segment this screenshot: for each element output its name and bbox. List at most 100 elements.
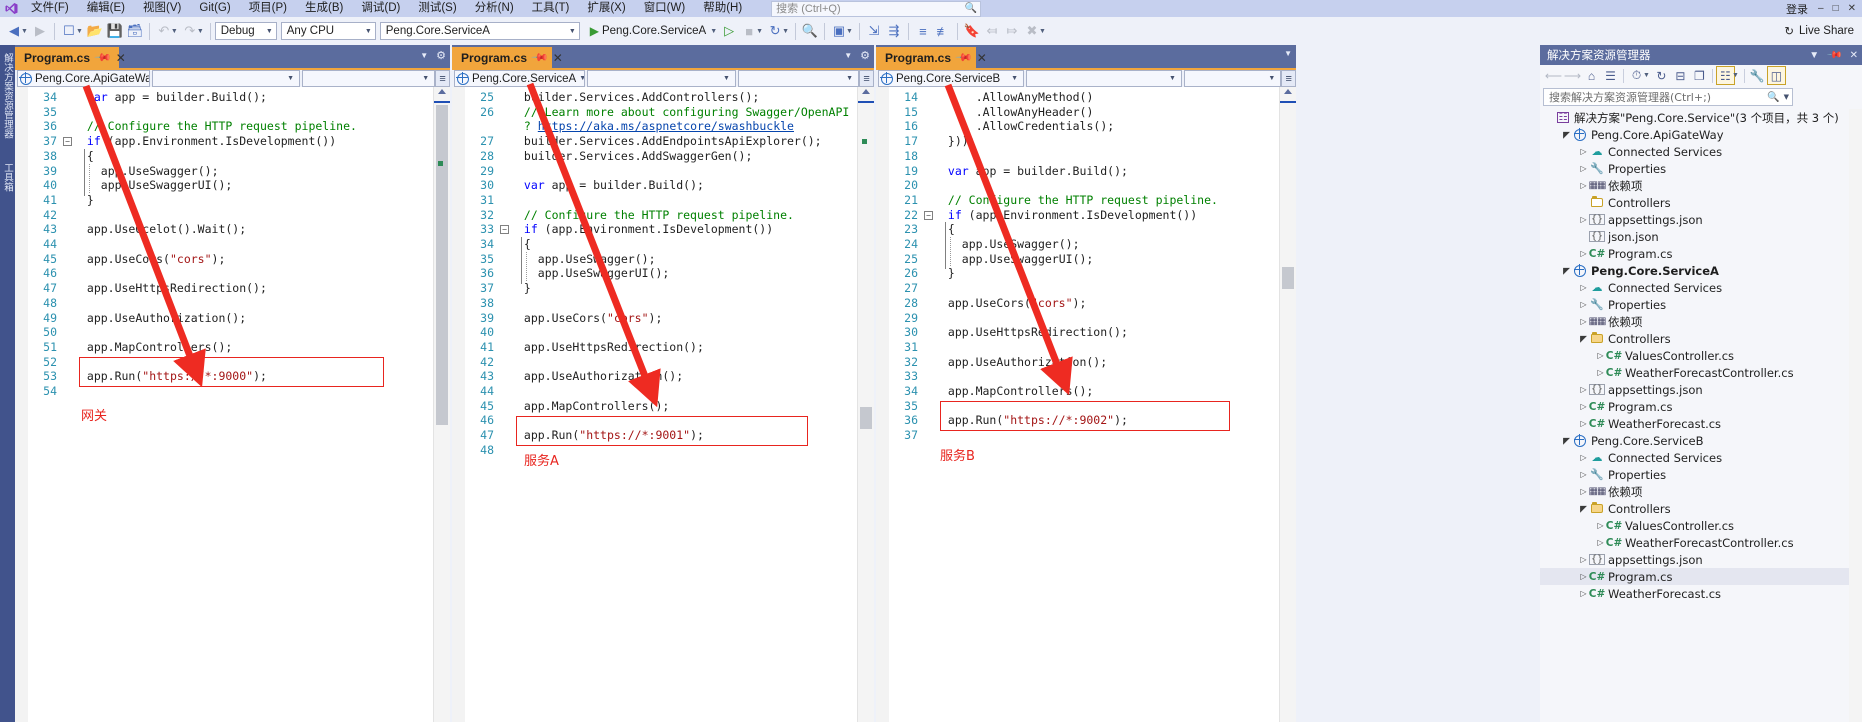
menu-item-2[interactable]: 视图(V) bbox=[134, 0, 190, 17]
close-button[interactable]: ✕ bbox=[1848, 3, 1856, 14]
tree-item[interactable]: ▷ C# WeatherForecastController.cs bbox=[1540, 534, 1862, 551]
window-layout-dropdown-icon[interactable]: ▼ bbox=[846, 28, 853, 35]
properties-wrench-icon[interactable]: 🔧 bbox=[1748, 66, 1767, 85]
view-class-diagram-dropdown-icon[interactable]: ▼ bbox=[1732, 72, 1739, 79]
chevron-right-icon[interactable]: ▷ bbox=[1578, 283, 1589, 292]
home-icon[interactable]: ⌂ bbox=[1582, 66, 1601, 85]
menu-item-4[interactable]: 项目(P) bbox=[240, 0, 296, 17]
menu-item-9[interactable]: 工具(T) bbox=[523, 0, 579, 17]
chevron-right-icon[interactable]: ▷ bbox=[1578, 487, 1589, 496]
nav-member-dropdown-0[interactable]: ▼ bbox=[302, 70, 436, 87]
chevron-right-icon[interactable]: ▷ bbox=[1578, 147, 1589, 156]
chevron-right-icon[interactable]: ▷ bbox=[1578, 249, 1589, 258]
chevron-down-icon[interactable]: ◢ bbox=[1578, 504, 1589, 514]
chevron-right-icon[interactable]: ▷ bbox=[1578, 317, 1589, 326]
pin-icon[interactable]: 📌 bbox=[93, 48, 112, 67]
pin-icon[interactable]: 📌 bbox=[954, 48, 973, 67]
fold-toggle-icon[interactable]: − bbox=[500, 225, 509, 235]
editor-tab-2[interactable]: Program.cs 📌 ✕ bbox=[876, 47, 987, 68]
tree-item[interactable]: ▷ C# WeatherForecastController.cs bbox=[1540, 364, 1862, 381]
chevron-right-icon[interactable]: ▷ bbox=[1595, 368, 1606, 377]
chevron-right-icon[interactable]: ▷ bbox=[1595, 538, 1606, 547]
menu-item-1[interactable]: 编辑(E) bbox=[78, 0, 134, 17]
editor-tab-overflow-icon[interactable]: ▼ bbox=[1284, 49, 1292, 58]
stop-dropdown-icon[interactable]: ▼ bbox=[756, 28, 763, 35]
chevron-down-icon[interactable]: ◢ bbox=[1561, 130, 1572, 140]
tree-item[interactable]: ▷{} appsettings.json bbox=[1540, 381, 1862, 398]
close-icon[interactable]: ✕ bbox=[1850, 50, 1858, 61]
chevron-down-icon[interactable]: ▼ bbox=[1809, 50, 1819, 61]
step-into-icon[interactable]: ⇲ bbox=[864, 20, 884, 42]
tree-item[interactable]: ▷ 🔧 Properties bbox=[1540, 466, 1862, 483]
startup-project-dropdown[interactable]: Peng.Core.ServiceA ▼ bbox=[379, 22, 580, 40]
editor-vertical-scrollbar-1[interactable] bbox=[857, 87, 874, 722]
chevron-right-icon[interactable]: ▷ bbox=[1578, 470, 1589, 479]
indent-icon[interactable]: ≡ bbox=[913, 20, 933, 42]
tree-item[interactable]: {} json.json bbox=[1540, 228, 1862, 245]
chevron-right-icon[interactable]: ▷ bbox=[1578, 589, 1589, 598]
chevron-right-icon[interactable]: ▷ bbox=[1578, 572, 1589, 581]
tree-item[interactable]: ▷ C# Program.cs bbox=[1540, 398, 1862, 415]
chevron-right-icon[interactable]: ▷ bbox=[1578, 300, 1589, 309]
bookmark-icon[interactable]: 🔖 bbox=[962, 20, 982, 42]
tree-item[interactable]: ▷ C# WeatherForecast.cs bbox=[1540, 585, 1862, 602]
preview-selected-items-icon[interactable]: ◫ bbox=[1766, 66, 1786, 85]
start-dropdown-icon[interactable]: ▼ bbox=[710, 28, 717, 35]
chevron-down-icon[interactable]: ◢ bbox=[1561, 266, 1572, 276]
tree-item[interactable]: Controllers bbox=[1540, 194, 1862, 211]
tree-item[interactable]: ◢ Peng.Core.ServiceA bbox=[1540, 262, 1862, 279]
tree-item[interactable]: ▷ C# Program.cs bbox=[1540, 568, 1862, 585]
tree-item[interactable]: ◢ Peng.Core.ServiceB bbox=[1540, 432, 1862, 449]
solution-tree[interactable]: ☷ 解决方案"Peng.Core.Service"(3 个项目，共 3 个) ◢ Pe… bbox=[1540, 109, 1862, 722]
tree-item[interactable]: ▷ ☁ Connected Services bbox=[1540, 449, 1862, 466]
collapse-all-icon[interactable]: ⊟ bbox=[1671, 66, 1690, 85]
tree-item[interactable]: ▷ C# Program.cs bbox=[1540, 245, 1862, 262]
fold-toggle-icon[interactable]: − bbox=[63, 137, 72, 147]
global-search-input[interactable]: 搜索 (Ctrl+Q) 🔍 bbox=[771, 0, 982, 17]
scroll-up-arrow-icon[interactable] bbox=[438, 89, 446, 94]
pin-icon[interactable]: 📌 bbox=[1826, 47, 1843, 64]
menu-item-0[interactable]: 文件(F) bbox=[22, 0, 78, 17]
nav-project-dropdown-2[interactable]: Peng.Core.ServiceB ▼ bbox=[878, 70, 1025, 87]
chevron-down-icon[interactable]: ◢ bbox=[1561, 436, 1572, 446]
maximize-button[interactable]: □ bbox=[1833, 3, 1839, 14]
tree-item[interactable]: ◢ Peng.Core.ApiGateWay bbox=[1540, 126, 1862, 143]
menu-item-10[interactable]: 扩展(X) bbox=[578, 0, 634, 17]
scroll-up-arrow-icon[interactable] bbox=[862, 89, 870, 94]
run-start-icon[interactable]: ▶ bbox=[590, 24, 599, 38]
tree-item[interactable]: ▷ ☁ Connected Services bbox=[1540, 279, 1862, 296]
editor-tab-0[interactable]: Program.cs 📌 ✕ bbox=[15, 47, 126, 68]
navigate-back-dropdown-icon[interactable]: ▼ bbox=[21, 28, 28, 35]
pending-changes-icon[interactable]: ☰ bbox=[1601, 66, 1620, 85]
chevron-right-icon[interactable]: ▷ bbox=[1578, 385, 1589, 394]
split-editor-handle-0[interactable]: ≡ bbox=[435, 70, 451, 87]
gear-icon[interactable]: ⚙ bbox=[436, 49, 446, 62]
chevron-right-icon[interactable]: ▷ bbox=[1578, 453, 1589, 462]
code-editor-1[interactable]: 25 builder.Services.AddControllers(); 26 //… bbox=[452, 87, 874, 722]
nav-member-dropdown-2[interactable]: ▼ bbox=[1183, 70, 1282, 87]
new-project-dropdown-icon[interactable]: ▼ bbox=[76, 28, 83, 35]
solution-configuration-dropdown[interactable]: Debug ▼ bbox=[214, 22, 277, 40]
close-icon[interactable]: ✕ bbox=[977, 51, 987, 65]
scroll-up-arrow-icon[interactable] bbox=[1284, 89, 1292, 94]
tree-item[interactable]: ▷ ▦▦ 依赖项 bbox=[1540, 177, 1862, 194]
start-debug-label[interactable]: Peng.Core.ServiceA bbox=[602, 25, 706, 37]
solution-explorer-scrollbar[interactable] bbox=[1849, 109, 1862, 722]
nav-type-dropdown-1[interactable]: ▼ bbox=[587, 70, 736, 87]
split-editor-handle-2[interactable]: ≡ bbox=[1281, 70, 1296, 87]
menu-item-3[interactable]: Git(G) bbox=[190, 0, 239, 17]
start-without-debugging-icon[interactable]: ▷ bbox=[719, 20, 739, 42]
nav-type-dropdown-0[interactable]: ▼ bbox=[152, 70, 301, 87]
chevron-down-icon[interactable]: ◢ bbox=[1578, 334, 1589, 344]
pin-icon[interactable]: 📌 bbox=[530, 48, 549, 67]
close-icon[interactable]: ✕ bbox=[116, 51, 126, 65]
nav-project-dropdown-0[interactable]: Peng.Core.ApiGateWa▼ bbox=[17, 70, 151, 87]
editor-tab-1[interactable]: Program.cs 📌 ✕ bbox=[452, 47, 563, 68]
chevron-right-icon[interactable]: ▷ bbox=[1578, 215, 1589, 224]
dock-tab-toolbox[interactable]: 工具箱 bbox=[1, 163, 14, 192]
chevron-right-icon[interactable]: ▷ bbox=[1595, 351, 1606, 360]
solution-platform-dropdown[interactable]: Any CPU ▼ bbox=[280, 22, 376, 40]
undo-dropdown-icon[interactable]: ▼ bbox=[171, 28, 178, 35]
step-over-icon[interactable]: ⇶ bbox=[884, 20, 904, 42]
tree-item[interactable]: ▷{} appsettings.json bbox=[1540, 211, 1862, 228]
